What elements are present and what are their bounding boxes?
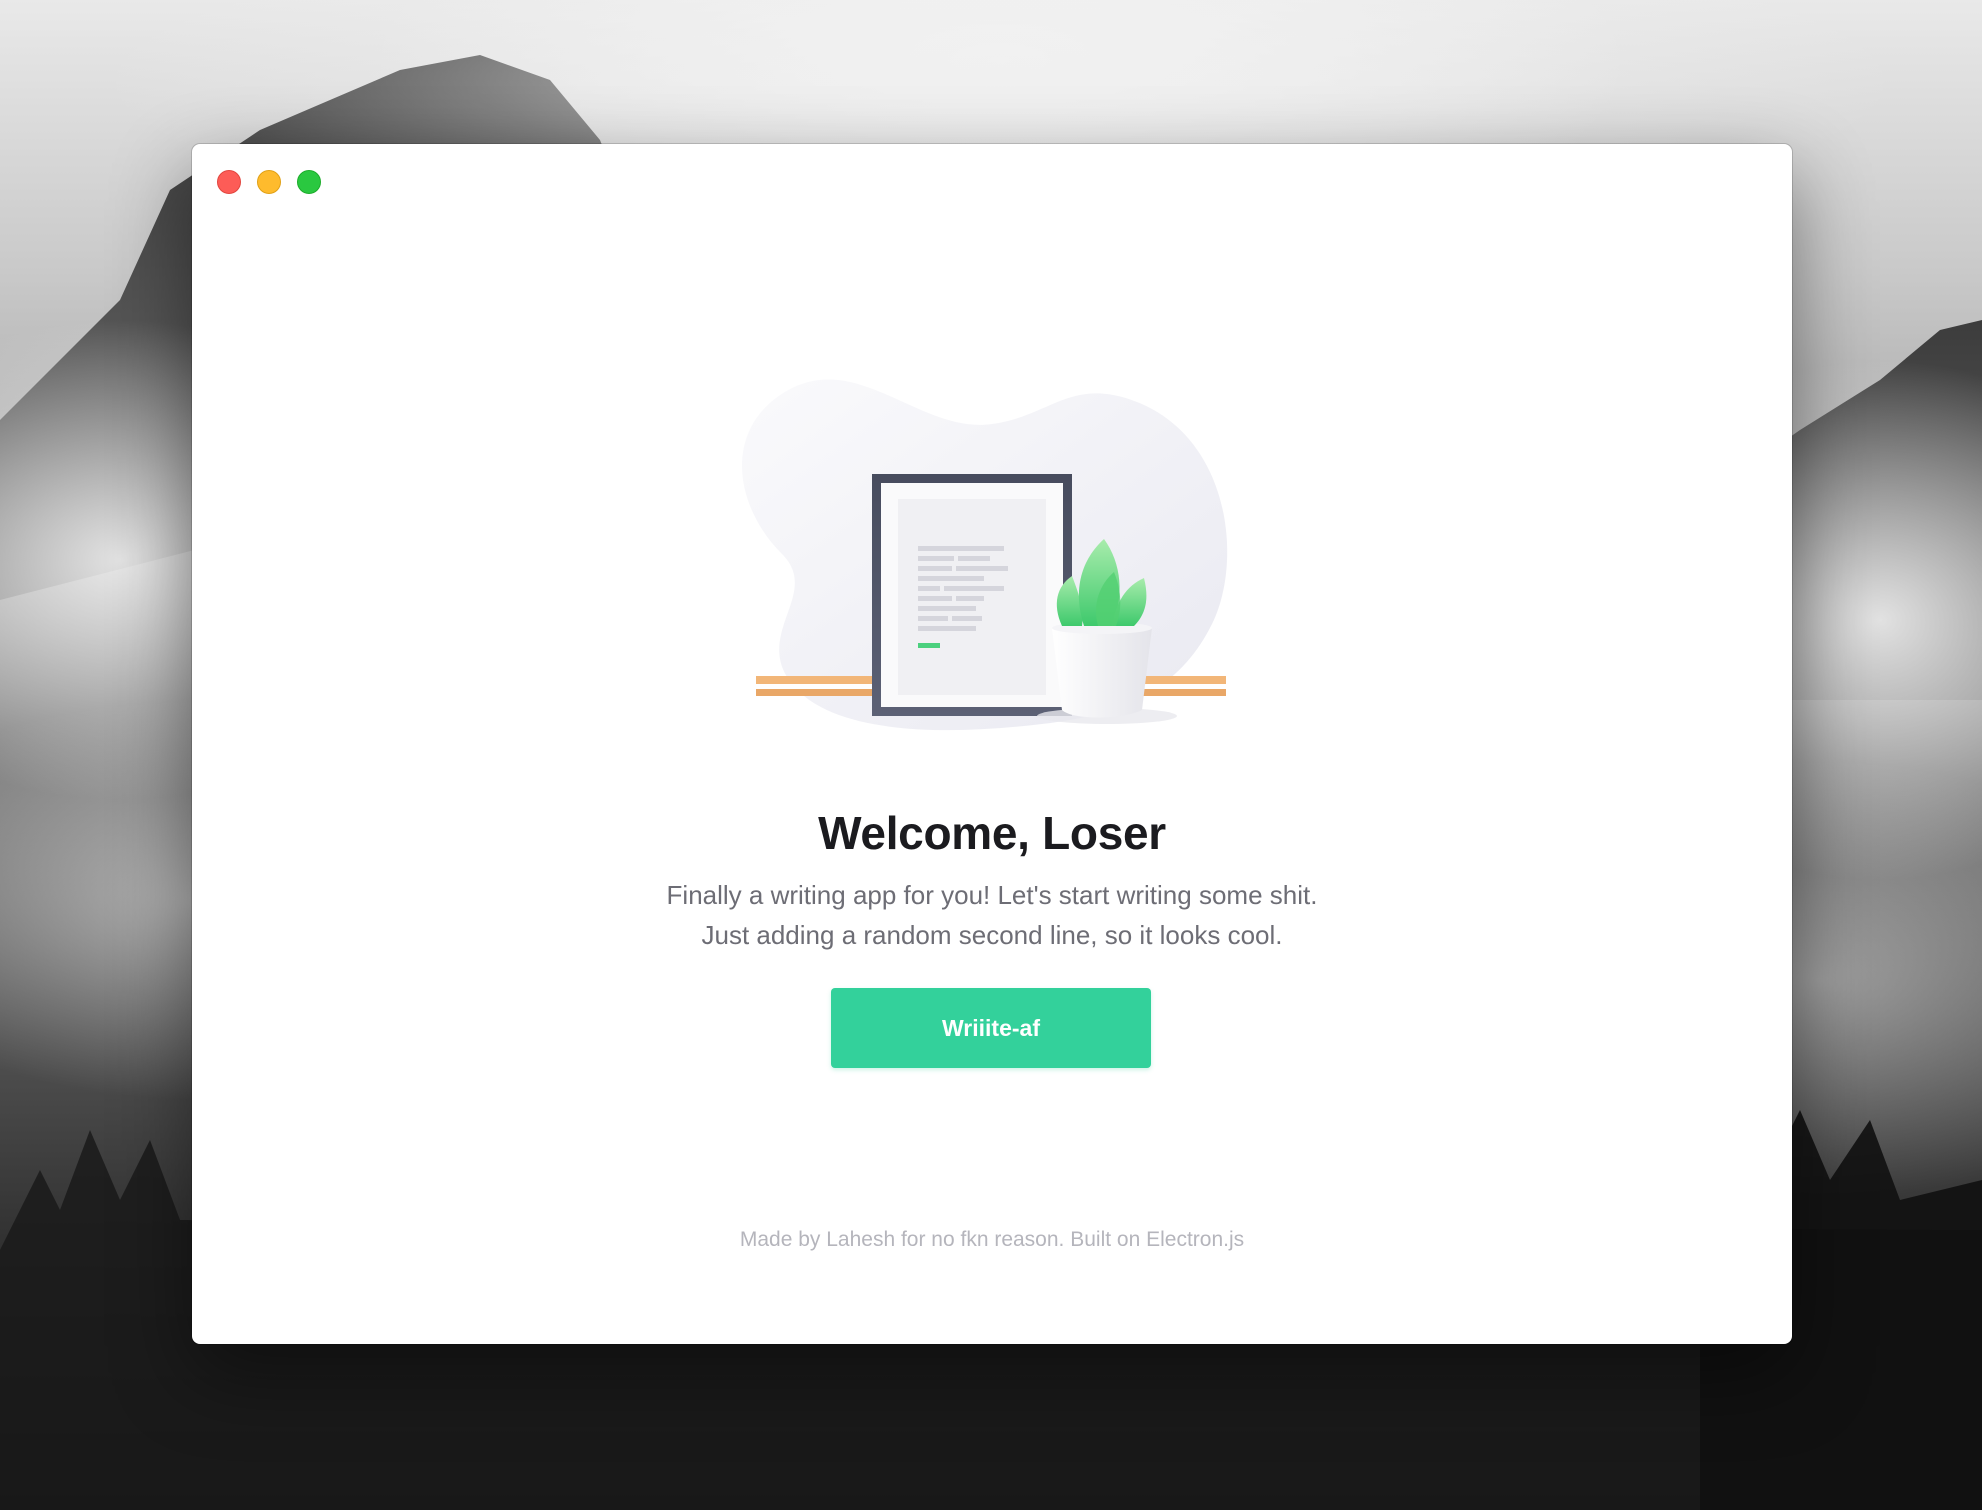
subtitle-line-2: Just adding a random second line, so it …	[701, 920, 1283, 950]
maximize-window-button[interactable]	[297, 170, 321, 194]
close-window-button[interactable]	[217, 170, 241, 194]
minimize-window-button[interactable]	[257, 170, 281, 194]
welcome-subtitle: Finally a writing app for you! Let's sta…	[192, 875, 1792, 955]
window-controls	[217, 170, 321, 194]
picture-frame-icon	[872, 474, 1072, 716]
start-writing-button[interactable]: Wriiite-af	[831, 988, 1151, 1068]
subtitle-line-1: Finally a writing app for you! Let's sta…	[666, 880, 1318, 910]
page-title: Welcome, Loser	[818, 807, 1166, 859]
footer-credit: Made by Lahesh for no fkn reason. Built …	[739, 1228, 1245, 1251]
app-window: Welcome, Loser Finally a writing app for…	[192, 144, 1792, 1344]
welcome-illustration	[742, 379, 1228, 731]
desktop-wallpaper: Welcome, Loser Finally a writing app for…	[0, 0, 1982, 1510]
